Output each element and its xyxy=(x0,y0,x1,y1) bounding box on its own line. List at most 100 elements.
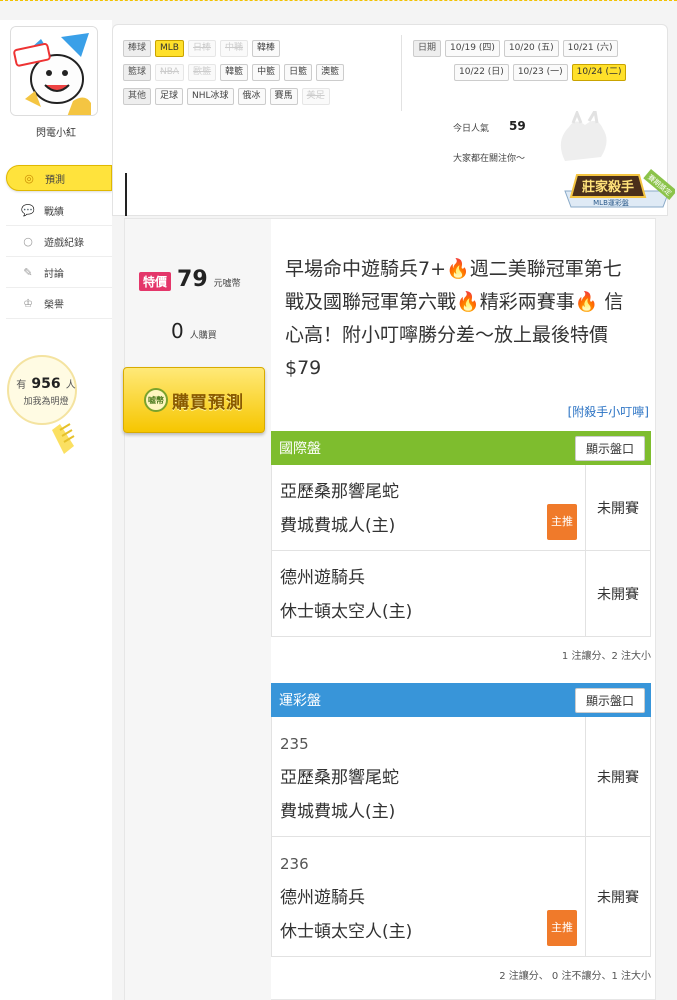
filter-mlb[interactable]: MLB xyxy=(155,39,184,57)
panel-marker xyxy=(125,173,127,216)
filter-bleague[interactable]: 日籃 xyxy=(284,63,313,81)
coin-icon: 噓幣 xyxy=(144,388,168,412)
follow-text: 大家都在關注你～ xyxy=(453,154,526,164)
follow-cta: 加我為明燈 xyxy=(23,397,69,407)
price-value: 79 xyxy=(177,267,208,292)
chat-bubble-icon: 💬 xyxy=(21,203,35,217)
team-home: 休士頓太空人(主) xyxy=(280,602,413,622)
game-row: 235 亞歷桑那響尾蛇 費城費城人(主) 未開賽 xyxy=(271,717,651,837)
sidebar-item-label: 討論 xyxy=(44,268,64,280)
killer-note-link[interactable]: [附殺手小叮嚀] xyxy=(568,403,649,420)
filter-soccer[interactable]: 足球 xyxy=(155,87,184,105)
market-name: 國際盤 xyxy=(279,441,321,457)
date-1021[interactable]: 10/21 (六) xyxy=(562,39,618,57)
game-number: 235 xyxy=(280,735,309,753)
game-teams: 亞歷桑那響尾蛇 費城費城人(主) 主推 xyxy=(272,465,586,550)
team-home: 休士頓太空人(主) xyxy=(280,922,413,942)
recommend-badge: 主推 xyxy=(547,910,577,946)
fire-icon: 🔥 xyxy=(574,291,599,313)
date-1024[interactable]: 10/24 (二) xyxy=(571,63,627,81)
game-status: 未開賽 xyxy=(597,769,639,786)
date-1020[interactable]: 10/20 (五) xyxy=(503,39,559,57)
market-summary: 1 注讓分、2 注大小 xyxy=(561,651,651,662)
show-odds-button[interactable]: 顯示盤口 xyxy=(574,435,645,461)
top-dashed-line xyxy=(0,0,677,1)
game-row: 亞歷桑那響尾蛇 費城費城人(主) 主推 未開賽 xyxy=(271,465,651,551)
price-block: 特價 79 元噓幣 xyxy=(139,267,241,292)
filter-panel: 棒球 MLB 日棒 中職 韓棒 籃球 NBA 歐籃 韓籃 中籃 日籃 澳籃 其他… xyxy=(112,24,677,216)
follow-suffix: 人 xyxy=(65,380,76,391)
username: 閃電小紅 xyxy=(36,128,76,139)
follow-bulb[interactable]: 有 956 人 加我為明燈 xyxy=(6,342,86,458)
price-unit: 元噓幣 xyxy=(213,279,241,289)
target-icon: ◎ xyxy=(24,171,34,185)
filter-horse-racing[interactable]: 賽馬 xyxy=(269,87,298,105)
sidebar-item-honor[interactable]: ♔ 榮譽 xyxy=(6,288,112,319)
filter-kbl[interactable]: 韓籃 xyxy=(220,63,249,81)
fire-icon: 🔥 xyxy=(456,291,480,313)
follow-prefix: 有 xyxy=(16,380,27,391)
buyers-count: 0 xyxy=(171,319,184,343)
avatar[interactable] xyxy=(10,26,98,116)
purchase-column: 特價 79 元噓幣 0 人購買 噓幣 購買預測 xyxy=(123,219,271,1000)
sidebar-item-predict[interactable]: ◎ 預測 xyxy=(6,165,112,191)
title-part: 早場命中遊騎兵7+ xyxy=(285,258,447,280)
category-date: 日期 xyxy=(413,39,442,57)
sidebar-menu: ◎ 預測 💬 戰績 ○ 遊戲紀錄 ✎ 討論 ♔ 榮譽 xyxy=(6,165,112,319)
buy-button-label: 購買預測 xyxy=(172,392,244,413)
game-status: 未開賽 xyxy=(597,500,639,517)
page: 閃電小紅 ◎ 預測 💬 戰績 ○ 遊戲紀錄 ✎ 討論 ♔ 榮譽 有 956 人 … xyxy=(0,0,677,1000)
filter-row-basketball: 籃球 NBA 歐籃 韓籃 中籃 日籃 澳籃 xyxy=(123,63,345,81)
team-away: 德州遊騎兵 xyxy=(280,568,365,588)
recommend-badge: 主推 xyxy=(547,504,577,540)
prediction-content: 特價 79 元噓幣 0 人購買 噓幣 購買預測 早場命中遊騎兵7+🔥週二美聯冠軍… xyxy=(123,218,656,1000)
sidebar-item-label: 預測 xyxy=(45,174,65,186)
sidebar-item-game-history[interactable]: ○ 遊戲紀錄 xyxy=(6,226,112,257)
team-away: 亞歷桑那響尾蛇 xyxy=(280,768,399,788)
follow-number: 956 xyxy=(31,376,61,392)
title-part: 精彩兩賽事 xyxy=(479,291,575,313)
market-header: 國際盤 顯示盤口 xyxy=(271,431,651,465)
filter-cpbl: 中職 xyxy=(220,39,249,57)
game-teams: 德州遊騎兵 休士頓太空人(主) xyxy=(272,551,586,636)
filter-divider xyxy=(401,35,402,111)
fire-icon: 🔥 xyxy=(446,258,470,280)
market-name: 運彩盤 xyxy=(279,693,321,709)
sidebar-item-label: 榮譽 xyxy=(44,299,64,311)
filter-sbl[interactable]: 中籃 xyxy=(252,63,281,81)
date-row-1: 日期 10/19 (四) 10/20 (五) 10/21 (六) xyxy=(413,39,618,57)
game-status: 未開賽 xyxy=(597,889,639,906)
category-other: 其他 xyxy=(123,87,152,105)
avatar-cartoon-icon xyxy=(11,27,97,115)
market-sports-lottery: 運彩盤 顯示盤口 235 亞歷桑那響尾蛇 費城費城人(主) 未開賽 236 德州… xyxy=(271,683,651,992)
filter-khl[interactable]: 俄冰 xyxy=(237,87,266,105)
show-odds-button[interactable]: 顯示盤口 xyxy=(574,687,645,713)
game-status: 未開賽 xyxy=(597,586,639,603)
date-1019[interactable]: 10/19 (四) xyxy=(445,39,500,57)
team-home: 費城費城人(主) xyxy=(280,802,396,822)
game-teams: 236 德州遊騎兵 休士頓太空人(主) 主推 xyxy=(272,837,586,956)
filter-row-other: 其他 足球 NHL冰球 俄冰 賽馬 美足 xyxy=(123,87,330,105)
filter-row-baseball: 棒球 MLB 日棒 中職 韓棒 xyxy=(123,39,281,57)
edit-icon: ✎ xyxy=(23,265,33,279)
filter-nfl: 美足 xyxy=(301,87,330,105)
filter-npb: 日棒 xyxy=(187,39,216,57)
date-row-2: 10/22 (日) 10/23 (一) 10/24 (二) xyxy=(454,63,627,81)
follow-count: 有 956 人 xyxy=(6,376,86,392)
filter-nbl[interactable]: 澳籃 xyxy=(316,63,345,81)
badge-sub-text: MLB運彩盤 xyxy=(593,198,629,207)
prediction-title: 早場命中遊騎兵7+🔥週二美聯冠軍第七戰及國聯冠軍第六戰🔥精彩兩賽事🔥 信心高！附… xyxy=(285,253,635,385)
category-basketball: 籃球 xyxy=(123,63,152,81)
buyers-block: 0 人購買 xyxy=(171,319,217,343)
game-teams: 235 亞歷桑那響尾蛇 費城費城人(主) xyxy=(272,717,586,836)
filter-kbo[interactable]: 韓棒 xyxy=(252,39,281,57)
filter-nhl[interactable]: NHL冰球 xyxy=(187,87,234,105)
buy-prediction-button[interactable]: 噓幣 購買預測 xyxy=(123,367,265,433)
game-row: 236 德州遊騎兵 休士頓太空人(主) 主推 未開賽 xyxy=(271,837,651,957)
date-1022[interactable]: 10/22 (日) xyxy=(454,63,509,81)
buyers-unit: 人購買 xyxy=(189,331,217,341)
date-1023[interactable]: 10/23 (一) xyxy=(512,63,568,81)
sidebar-item-record[interactable]: 💬 戰績 xyxy=(6,195,112,226)
sidebar: 閃電小紅 ◎ 預測 💬 戰績 ○ 遊戲紀錄 ✎ 討論 ♔ 榮譽 有 956 人 … xyxy=(0,20,112,1000)
sidebar-item-discussion[interactable]: ✎ 討論 xyxy=(6,257,112,288)
